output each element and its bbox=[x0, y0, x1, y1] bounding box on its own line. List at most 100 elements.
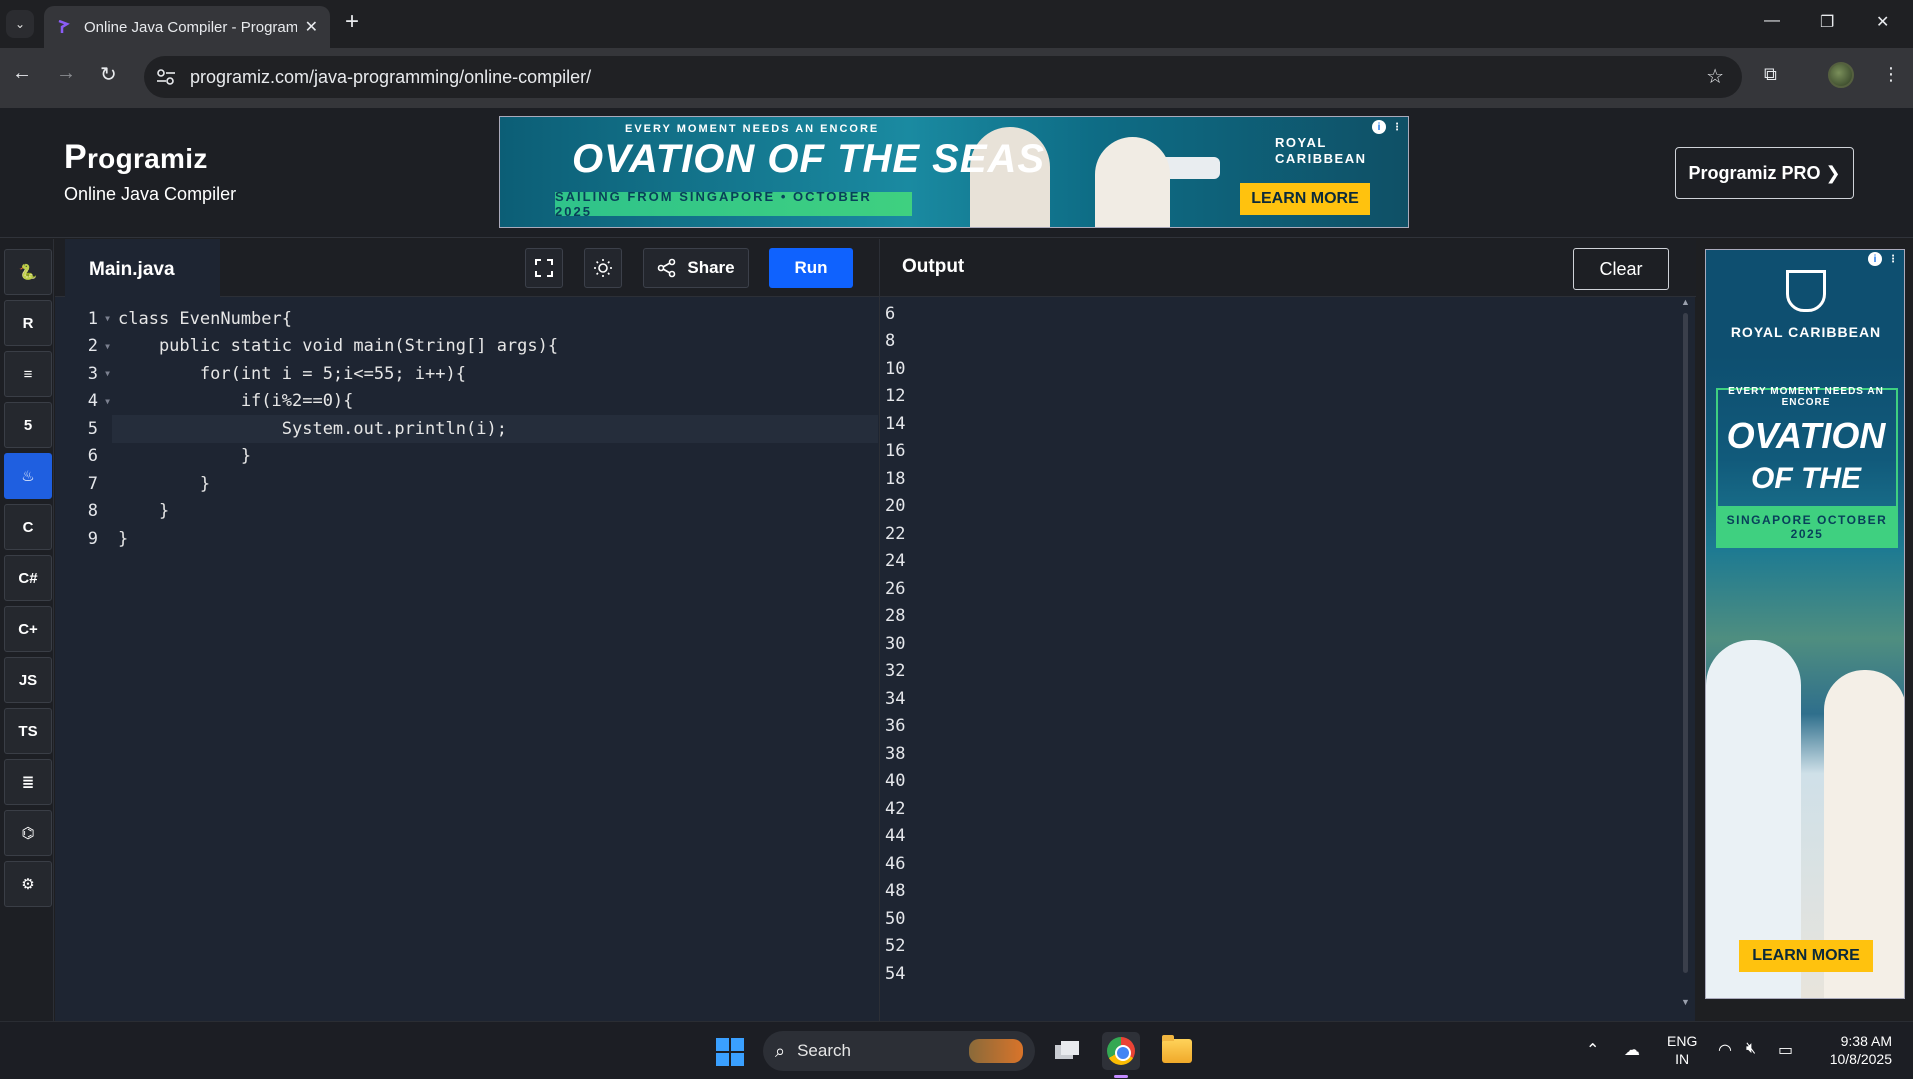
code-line[interactable]: System.out.println(i); bbox=[112, 415, 878, 443]
browser-tab[interactable]: Online Java Compiler - Programiz ✕ bbox=[44, 6, 330, 48]
language-button-go[interactable]: ≣ bbox=[4, 759, 52, 805]
code-line[interactable]: } bbox=[118, 443, 878, 471]
new-tab-button[interactable]: + bbox=[345, 8, 359, 36]
output-line: 48 bbox=[885, 881, 906, 902]
language-button-sql[interactable]: ≡ bbox=[4, 351, 52, 397]
extensions-icon[interactable]: ⧉ bbox=[1764, 64, 1777, 85]
browser-menu-icon[interactable]: ⋮ bbox=[1882, 64, 1900, 85]
file-tab[interactable]: Main.java bbox=[65, 239, 220, 297]
tray-overflow-icon[interactable]: ⌃ bbox=[1586, 1040, 1599, 1060]
code-lines[interactable]: class EvenNumber{ public static void mai… bbox=[112, 305, 878, 553]
programiz-logo[interactable]: Programiz bbox=[64, 138, 208, 177]
battery-icon[interactable]: ▭ bbox=[1778, 1040, 1793, 1060]
code-line[interactable]: } bbox=[118, 498, 878, 526]
share-button[interactable]: Share bbox=[643, 248, 749, 288]
python-icon: 🐍 bbox=[18, 264, 38, 281]
run-button[interactable]: Run bbox=[769, 248, 853, 288]
windows-taskbar: ⌕ Search ⌃ ☁ ENG IN ◠ 🔇︎ ▭ 9:38 AM 10/8/… bbox=[0, 1021, 1913, 1079]
language-button-javascript[interactable]: JS bbox=[4, 657, 52, 703]
logo-text: rogramiz bbox=[86, 143, 208, 174]
ad-brand-line2: CARIBBEAN bbox=[1275, 151, 1367, 166]
clear-button[interactable]: Clear bbox=[1573, 248, 1669, 290]
minimize-icon[interactable]: — bbox=[1764, 12, 1780, 30]
top-banner-ad[interactable]: EVERY MOMENT NEEDS AN ENCORE OVATION OF … bbox=[499, 116, 1409, 228]
task-view-icon[interactable] bbox=[1048, 1032, 1086, 1070]
ad-learn-more-button[interactable]: LEARN MORE bbox=[1240, 183, 1370, 215]
bookmark-star-icon[interactable]: ☆ bbox=[1706, 64, 1724, 89]
profile-avatar[interactable] bbox=[1828, 62, 1854, 88]
ad-info-icon[interactable]: i bbox=[1372, 120, 1386, 134]
fold-arrow-icon[interactable]: ▼ bbox=[105, 342, 110, 351]
code-line[interactable]: if(i%2==0){ bbox=[118, 388, 878, 416]
ad-menu-icon[interactable]: ⋮ bbox=[1390, 120, 1404, 134]
language-button-typescript[interactable]: TS bbox=[4, 708, 52, 754]
side-banner-ad[interactable]: ROYAL CARIBBEAN EVERY MOMENT NEEDS AN EN… bbox=[1705, 249, 1905, 999]
c-lang-icon: C bbox=[22, 518, 34, 536]
code-area[interactable]: 1 ▼ 2 ▼ 3 ▼ 4 ▼ 5 6 7 8 9 class EvenNumber{ public s… bbox=[55, 297, 879, 1021]
fold-arrow-icon[interactable]: ▼ bbox=[105, 397, 110, 406]
language-button-python[interactable]: 🐍 bbox=[4, 249, 52, 295]
browser-tabstrip: ⌄ Online Java Compiler - Programiz ✕ + —… bbox=[0, 0, 1913, 48]
language-button-html5[interactable]: 5 bbox=[4, 402, 52, 448]
language-button-cpp[interactable]: C+ bbox=[4, 606, 52, 652]
r-lang-icon: R bbox=[22, 314, 34, 332]
wifi-icon[interactable]: ◠ bbox=[1718, 1040, 1732, 1060]
reload-icon[interactable]: ↻ bbox=[100, 62, 117, 87]
output-header: Output Clear bbox=[880, 239, 1696, 297]
fold-arrow-icon[interactable]: ▼ bbox=[105, 314, 110, 323]
close-window-icon[interactable]: ✕ bbox=[1876, 12, 1889, 32]
site-header: Programiz Online Java Compiler EVERY MOM… bbox=[0, 108, 1913, 238]
volume-muted-icon[interactable]: 🔇︎ bbox=[1746, 1040, 1756, 1058]
ad-side-menu-icon[interactable]: ⋮ bbox=[1886, 252, 1900, 266]
restore-icon[interactable]: ❐ bbox=[1820, 12, 1834, 32]
windows-start-icon[interactable] bbox=[716, 1038, 744, 1066]
html5-icon: 5 bbox=[23, 416, 33, 434]
code-line[interactable]: public static void main(String[] args){ bbox=[118, 333, 878, 361]
file-explorer-icon[interactable] bbox=[1158, 1032, 1196, 1070]
scroll-down-icon[interactable]: ▼ bbox=[1681, 997, 1690, 1007]
programiz-pro-button[interactable]: Programiz PRO ❯ bbox=[1675, 147, 1854, 199]
scroll-up-icon[interactable]: ▲ bbox=[1681, 297, 1690, 307]
system-clock[interactable]: 9:38 AM 10/8/2025 bbox=[1818, 1032, 1892, 1068]
output-scrollbar[interactable]: ▲ ▼ bbox=[1681, 297, 1690, 1007]
tab-close-icon[interactable]: ✕ bbox=[305, 17, 318, 37]
language-button-swift[interactable]: ⌬ bbox=[4, 810, 52, 856]
fullscreen-icon bbox=[535, 259, 553, 277]
tab-search-button[interactable]: ⌄ bbox=[6, 10, 34, 38]
language-button-csharp[interactable]: C# bbox=[4, 555, 52, 601]
fullscreen-button[interactable] bbox=[525, 248, 563, 288]
code-line[interactable]: } bbox=[118, 470, 878, 498]
swift-icon: ⌬ bbox=[21, 825, 35, 842]
taskbar-search[interactable]: ⌕ Search bbox=[763, 1031, 1035, 1071]
fold-arrow-icon[interactable]: ▼ bbox=[105, 369, 110, 378]
output-line: 18 bbox=[885, 468, 906, 489]
language-button-java[interactable]: ♨ bbox=[4, 453, 52, 499]
scrollbar-thumb[interactable] bbox=[1683, 313, 1688, 973]
language-button-c-lang[interactable]: C bbox=[4, 504, 52, 550]
forward-icon[interactable]: → bbox=[56, 62, 76, 85]
search-highlight-icon bbox=[969, 1039, 1023, 1063]
address-bar[interactable]: programiz.com/java-programming/online-co… bbox=[144, 56, 1742, 98]
ad-side-learn-more-button[interactable]: LEARN MORE bbox=[1739, 940, 1873, 972]
code-line[interactable]: class EvenNumber{ bbox=[118, 305, 878, 333]
java-icon: ♨ bbox=[21, 468, 35, 485]
input-language-indicator[interactable]: ENG IN bbox=[1667, 1032, 1697, 1068]
onedrive-cloud-icon[interactable]: ☁ bbox=[1624, 1040, 1640, 1060]
csharp-icon: C# bbox=[18, 569, 38, 587]
ad-side-info-icon[interactable]: i bbox=[1868, 252, 1882, 266]
code-line[interactable]: } bbox=[118, 525, 878, 553]
output-console: 6 8 10 12 14 16 18 20 22 24 26 28 30 32 34 36 38 40 42 44 46… bbox=[885, 300, 905, 988]
site-info-icon[interactable] bbox=[156, 68, 176, 86]
back-icon[interactable]: ← bbox=[12, 62, 32, 85]
language-button-rust[interactable]: ⚙ bbox=[4, 861, 52, 907]
language-button-r-lang[interactable]: R bbox=[4, 300, 52, 346]
code-line[interactable]: for(int i = 5;i<=55; i++){ bbox=[118, 360, 878, 388]
output-line: 16 bbox=[885, 441, 906, 462]
active-app-indicator bbox=[1114, 1075, 1128, 1078]
output-line: 14 bbox=[885, 413, 906, 434]
theme-toggle-button[interactable] bbox=[584, 248, 622, 288]
chrome-taskbar-icon[interactable] bbox=[1102, 1032, 1140, 1070]
output-line: 10 bbox=[885, 358, 906, 379]
output-line: 24 bbox=[885, 551, 906, 572]
taskbar-search-label: Search bbox=[797, 1041, 851, 1060]
